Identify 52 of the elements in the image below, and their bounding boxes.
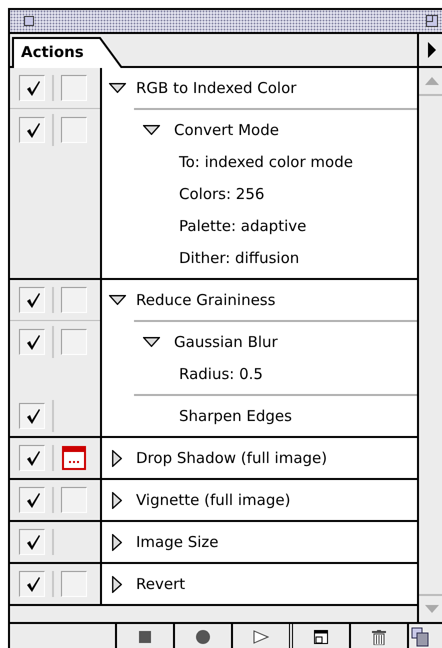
checkbox[interactable] <box>19 403 45 429</box>
up-arrow-icon <box>424 77 438 85</box>
checkbox[interactable] <box>19 571 45 597</box>
disclosure-triangle[interactable] <box>142 337 160 347</box>
flyout-arrow-icon <box>426 42 436 58</box>
action-name[interactable]: Reduce Graininess <box>136 291 276 309</box>
checkbox[interactable] <box>19 75 45 101</box>
triangle-right-icon <box>112 576 122 592</box>
triangle-down-icon <box>142 337 160 347</box>
disclosure-triangle[interactable] <box>108 295 126 305</box>
dialog-toggle[interactable] <box>61 487 87 513</box>
dialog-toggle[interactable] <box>61 329 87 355</box>
trash-icon <box>372 630 386 644</box>
title-bar[interactable] <box>10 10 442 34</box>
dialog-toggle[interactable] <box>61 445 87 471</box>
dialog-toggle[interactable] <box>61 287 87 313</box>
checkbox[interactable] <box>19 287 45 313</box>
dialog-icon <box>61 445 87 471</box>
close-button[interactable] <box>24 16 34 26</box>
parameter-text: Palette: adaptive <box>179 217 306 235</box>
triangle-down-icon <box>108 83 126 93</box>
down-arrow-icon <box>424 605 438 613</box>
tab[interactable]: Actions <box>12 37 124 66</box>
disclosure-triangle[interactable] <box>108 83 126 93</box>
dialog-toggle[interactable] <box>61 117 87 143</box>
parameter-text: To: indexed color mode <box>179 153 353 171</box>
parameter-text: Radius: 0.5 <box>179 365 263 383</box>
checkbox[interactable] <box>19 117 45 143</box>
triangle-right-icon <box>112 492 122 508</box>
triangle-down-icon <box>142 125 160 135</box>
action-name[interactable]: Image Size <box>136 533 219 551</box>
zoom-box-icon[interactable] <box>426 15 438 27</box>
checkbox[interactable] <box>19 529 45 555</box>
triangle-down-icon <box>108 295 126 305</box>
triangle-right-icon <box>112 450 122 466</box>
action-name[interactable]: Revert <box>136 575 186 593</box>
triangle-right-icon <box>112 534 122 550</box>
resize-handle-icon[interactable] <box>411 627 429 647</box>
checkbox[interactable] <box>19 329 45 355</box>
disclosure-triangle[interactable] <box>142 125 160 135</box>
command-name[interactable]: Convert Mode <box>174 121 279 139</box>
parameter-text: Colors: 256 <box>179 185 264 203</box>
command-name[interactable]: Gaussian Blur <box>174 333 278 351</box>
new-item-icon <box>314 630 328 644</box>
play-icon <box>253 630 269 644</box>
checkbox[interactable] <box>19 487 45 513</box>
parameter-text: Dither: diffusion <box>179 249 300 267</box>
checkbox[interactable] <box>19 445 45 471</box>
stop-icon <box>139 631 151 643</box>
record-icon <box>196 630 210 644</box>
dialog-toggle[interactable] <box>61 571 87 597</box>
dialog-toggle[interactable] <box>61 75 87 101</box>
